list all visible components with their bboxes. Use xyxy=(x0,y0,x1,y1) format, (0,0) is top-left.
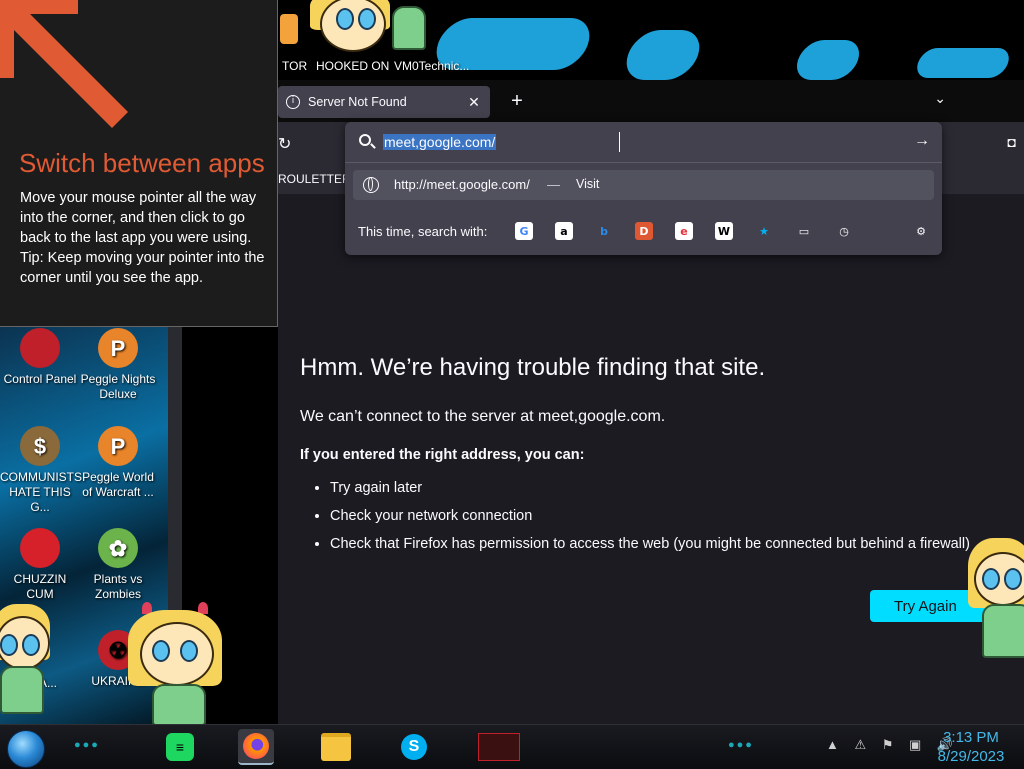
desktop-icon-communists[interactable]: $ COMMUNISTS HATE THIS G... xyxy=(0,426,82,515)
corner-arrow-icon xyxy=(0,0,128,128)
error-title: Hmm. We’re having trouble finding that s… xyxy=(300,354,766,381)
wallpaper-brush xyxy=(791,40,865,80)
ebay-icon[interactable]: e xyxy=(675,222,693,240)
money-bag-icon: $ xyxy=(20,426,60,466)
desktop-icon-label: CHUZZIN CUM xyxy=(13,572,67,601)
desktop-icon-peggle-wow[interactable]: P Peggle World of Warcraft ... xyxy=(78,426,158,500)
pocket-icon[interactable]: ◘ xyxy=(1008,134,1016,150)
cartoon-character xyxy=(0,600,60,720)
desktop-icon-label: Plants vs Zombies xyxy=(93,572,143,601)
desktop-icon-label: COMMUNISTS HATE THIS G... xyxy=(0,470,82,514)
plants-vs-zombies-icon: ✿ xyxy=(98,528,138,568)
peggle-icon: P xyxy=(98,328,138,368)
url-bar[interactable]: meet,google.com/ → xyxy=(345,122,942,163)
tip-body-line: Move your mouse pointer all the way into… xyxy=(20,190,257,246)
top-icon-label[interactable]: HOOKED ON xyxy=(316,59,389,73)
taskbar-app-skype[interactable]: S xyxy=(396,729,432,765)
suggestion-url: http://meet.google.com/ xyxy=(394,177,530,192)
settings-gear-icon[interactable]: ⚙ xyxy=(912,222,930,240)
skype-icon: S xyxy=(401,734,427,760)
list-item: Check that Firefox has permission to acc… xyxy=(330,530,970,558)
error-suggestions: Try again later Check your network conne… xyxy=(300,474,970,558)
suggestion-separator: — xyxy=(547,177,560,192)
taskbar-decoration: ●●● xyxy=(728,739,754,751)
search-with-label: This time, search with: xyxy=(358,224,488,239)
desktop-icon-control-panel[interactable]: Control Panel xyxy=(0,328,80,387)
start-button[interactable] xyxy=(7,730,45,768)
bookmark-item[interactable]: ROULETTER xyxy=(278,172,351,186)
go-arrow-icon[interactable]: → xyxy=(914,132,930,150)
search-icon xyxy=(359,134,371,146)
tab-server-not-found[interactable]: i Server Not Found ✕ xyxy=(278,86,490,118)
globe-icon xyxy=(363,177,379,193)
tip-body-line: Tip: Keep moving your pointer into the c… xyxy=(20,250,265,286)
chuzzle-icon xyxy=(20,528,60,568)
clock-time[interactable]: 3:13 PM xyxy=(926,729,1016,746)
close-tab-icon[interactable]: ✕ xyxy=(466,94,482,111)
desktop-icon-label: Peggle World of Warcraft ... xyxy=(82,470,154,499)
error-subtitle: We can’t connect to the server at meet,g… xyxy=(300,408,666,425)
desktop-icon-peggle-nights[interactable]: P Peggle Nights Deluxe xyxy=(78,328,158,402)
taskbar: ●●● ≡ S ●●● ▲ ⚠ ⚑ ▣ 🔊 3:13 PM 8/29/2023 xyxy=(0,724,1024,769)
switch-apps-tip: Switch between apps Move your mouse poin… xyxy=(0,0,278,327)
search-engine-row: This time, search with: Ga b De W ★ ▭ ◷ ⚙ xyxy=(345,212,942,252)
google-icon[interactable]: G xyxy=(515,222,533,240)
taskbar-app-spotify[interactable]: ≡ xyxy=(162,729,198,765)
taskbar-app-firefox[interactable] xyxy=(238,729,274,765)
desktop-icon-label: Control Panel xyxy=(3,372,77,386)
cartoon-character xyxy=(962,538,1024,668)
reload-icon[interactable]: ↻ xyxy=(278,134,291,154)
wallpaper-brush xyxy=(913,48,1013,78)
info-icon: i xyxy=(286,95,300,109)
peggle-icon: P xyxy=(98,426,138,466)
new-tab-button[interactable]: + xyxy=(504,88,530,114)
tab-bar: i Server Not Found ✕ + ⌄ xyxy=(278,80,1024,122)
tabs-icon[interactable]: ▭ xyxy=(795,222,813,240)
url-value: meet,google.com/ xyxy=(383,134,497,150)
game-icon xyxy=(478,733,520,761)
taskbar-app-game[interactable] xyxy=(474,729,524,765)
taskbar-app-explorer[interactable] xyxy=(318,729,354,765)
top-icon-label[interactable]: VM0Technic... xyxy=(394,59,469,73)
desktop-icon-chuzzin[interactable]: CHUZZIN CUM xyxy=(0,528,80,602)
wallpaper-brush xyxy=(619,30,707,80)
folder-icon xyxy=(321,733,351,761)
suggestion-action: Visit xyxy=(576,177,600,191)
bookmarks-star-icon[interactable]: ★ xyxy=(755,222,773,240)
bing-icon[interactable]: b xyxy=(595,222,613,240)
url-dropdown: meet,google.com/ → http://meet.google.co… xyxy=(345,122,942,255)
desktop-icon-label: Peggle Nights Deluxe xyxy=(80,372,156,401)
firefox-icon xyxy=(243,733,269,759)
top-icon-label[interactable]: TOR xyxy=(282,59,307,73)
list-item: Try again later xyxy=(330,474,970,502)
url-input[interactable]: meet,google.com/ xyxy=(383,132,497,152)
chevron-down-icon[interactable]: ⌄ xyxy=(934,90,946,107)
tip-body: Move your mouse pointer all the way into… xyxy=(20,188,265,288)
error-page: Hmm. We’re having trouble finding that s… xyxy=(278,194,1024,724)
url-suggestion[interactable]: http://meet.google.com/ — Visit xyxy=(353,170,934,200)
desktop-icon-pvz[interactable]: ✿ Plants vs Zombies xyxy=(78,528,158,602)
top-icon-app[interactable] xyxy=(280,14,298,44)
control-panel-icon xyxy=(20,328,60,368)
cartoon-character xyxy=(306,0,426,60)
amazon-icon[interactable]: a xyxy=(555,222,573,240)
tab-title: Server Not Found xyxy=(308,95,407,109)
text-cursor xyxy=(619,132,622,152)
list-item: Check your network connection xyxy=(330,502,970,530)
tip-title: Switch between apps xyxy=(19,148,265,178)
clock-date[interactable]: 8/29/2023 xyxy=(926,748,1016,765)
duckduckgo-icon[interactable]: D xyxy=(635,222,653,240)
cartoon-character xyxy=(128,600,228,724)
wikipedia-icon[interactable]: W xyxy=(715,222,733,240)
error-advice: If you entered the right address, you ca… xyxy=(300,447,585,463)
taskbar-decoration: ●●● xyxy=(74,739,100,751)
history-icon[interactable]: ◷ xyxy=(835,222,853,240)
spotify-icon: ≡ xyxy=(166,733,194,761)
